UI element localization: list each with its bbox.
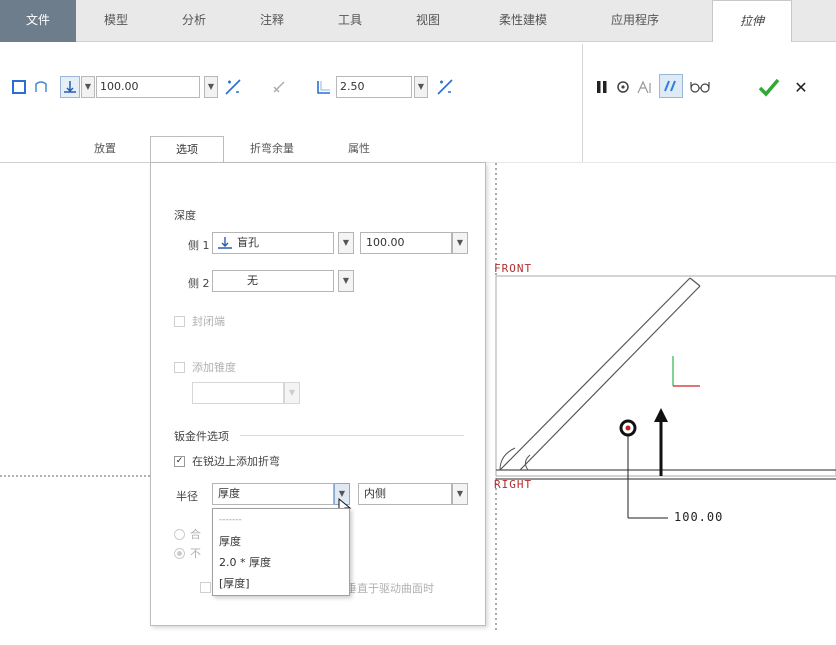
taper-angle-dropdown[interactable]: ▼ [284, 382, 300, 404]
capped-ends-label: 封闭端 [192, 315, 225, 328]
radius-value-select[interactable]: 厚度 [212, 483, 334, 505]
subtab-bend-allowance[interactable]: 折弯余量 [230, 136, 314, 162]
tab-model[interactable]: 模型 [78, 0, 154, 42]
radio-option-1-label: 合 [190, 528, 201, 541]
tab-file[interactable]: 文件 [0, 0, 76, 42]
dropdown-item-thickness[interactable]: 厚度 [219, 533, 241, 549]
remove-material-icon[interactable] [270, 78, 288, 96]
ribbon-tab-bar: 文件 模型 分析 注释 工具 视图 柔性建模 应用程序 拉伸 [0, 0, 836, 43]
add-bends-checkbox[interactable]: ✓ [174, 456, 185, 467]
geometry-preview-icon[interactable] [634, 76, 656, 98]
side2-type-select[interactable]: 无 [212, 270, 334, 292]
tab-applications[interactable]: 应用程序 [580, 0, 690, 42]
dropdown-item-2x-thickness[interactable]: 2.0 * 厚度 [219, 554, 271, 570]
flip-thickness-icon[interactable] [434, 76, 456, 98]
sheetmetal-options-heading: 钣金件选项 [174, 430, 229, 443]
radius-label: 半径 [176, 490, 198, 503]
dropdown-item-separator[interactable]: ------- [219, 515, 242, 525]
side1-type-dropdown[interactable]: ▼ [338, 232, 354, 254]
thickness-dropdown[interactable]: ▼ [414, 76, 428, 98]
front-plane-border [495, 275, 836, 477]
side1-label: 侧 1 [188, 239, 210, 252]
depth-heading: 深度 [174, 209, 196, 222]
radio-option-1[interactable] [174, 529, 185, 540]
bend-arc-outer [499, 447, 516, 471]
radio-option-2-label: 不 [190, 547, 201, 560]
tab-tools[interactable]: 工具 [312, 0, 388, 42]
side1-depth-input[interactable]: 100.00 [360, 232, 452, 254]
depth-drag-handle-center [625, 425, 631, 431]
tab-annotate[interactable]: 注释 [234, 0, 310, 42]
depth-value-dropdown[interactable]: ▼ [204, 76, 218, 98]
tab-analysis[interactable]: 分析 [156, 0, 232, 42]
right-plane-label[interactable]: RIGHT [494, 478, 532, 491]
wall-top-edge [689, 277, 701, 287]
verify-mode-icon[interactable] [659, 74, 683, 98]
add-taper-label: 添加锥度 [192, 361, 236, 374]
blind-depth-icon[interactable] [60, 76, 80, 98]
radius-dropdown-list: ------- 厚度 2.0 * 厚度 [厚度] [212, 508, 350, 596]
add-bends-label: 在锐边上添加折弯 [192, 455, 280, 468]
sub-option-trailing-label: 垂直于驱动曲面时 [346, 582, 434, 595]
cancel-x-icon[interactable]: ✕ [790, 74, 812, 100]
radio-option-2[interactable] [174, 548, 185, 559]
flip-depth-icon[interactable] [222, 76, 244, 98]
blind-icon [217, 236, 233, 250]
depth-arrow-head [654, 408, 668, 422]
radius-side-dropdown[interactable]: ▼ [452, 483, 468, 505]
solid-icon[interactable] [10, 78, 28, 96]
radius-side-select[interactable]: 内侧 [358, 483, 452, 505]
surface-icon[interactable] [32, 78, 50, 96]
side2-label: 侧 2 [188, 277, 210, 290]
tab-view[interactable]: 视图 [390, 0, 466, 42]
sub-option-checkbox[interactable] [200, 582, 211, 593]
add-taper-checkbox[interactable] [174, 362, 185, 373]
glasses-icon[interactable] [688, 76, 712, 98]
toolbar-bottom-border [0, 162, 150, 163]
capped-ends-checkbox[interactable] [174, 316, 185, 327]
ok-check-icon[interactable] [756, 74, 782, 100]
subtab-options[interactable]: 选项 [150, 136, 224, 163]
no-preview-icon[interactable] [614, 76, 632, 98]
thicken-icon[interactable] [314, 76, 334, 98]
depth-dimension-text[interactable]: 100.00 [674, 510, 723, 524]
subtab-properties[interactable]: 属性 [322, 136, 396, 162]
tab-flexible-modeling[interactable]: 柔性建模 [468, 0, 578, 42]
side1-depth-dropdown[interactable]: ▼ [452, 232, 468, 254]
toolbar-bottom-border-right [486, 162, 836, 163]
dropdown-item-bracket-thickness[interactable]: [厚度] [219, 575, 250, 591]
depth-option-dropdown[interactable]: ▼ [81, 76, 95, 98]
front-plane-label[interactable]: FRONT [494, 262, 532, 275]
thickness-input[interactable]: 2.50 [336, 76, 412, 98]
side1-type-value: 盲孔 [237, 236, 259, 249]
taper-angle-input[interactable] [192, 382, 284, 404]
side2-type-dropdown[interactable]: ▼ [338, 270, 354, 292]
tab-extrude[interactable]: 拉伸 [712, 0, 792, 43]
toolbar-divider [582, 44, 583, 162]
pause-icon[interactable] [594, 76, 610, 98]
depth-value-input[interactable]: 100.00 [96, 76, 200, 98]
sheetmetal-heading-rule [240, 435, 464, 436]
subtab-placement[interactable]: 放置 [68, 136, 142, 162]
